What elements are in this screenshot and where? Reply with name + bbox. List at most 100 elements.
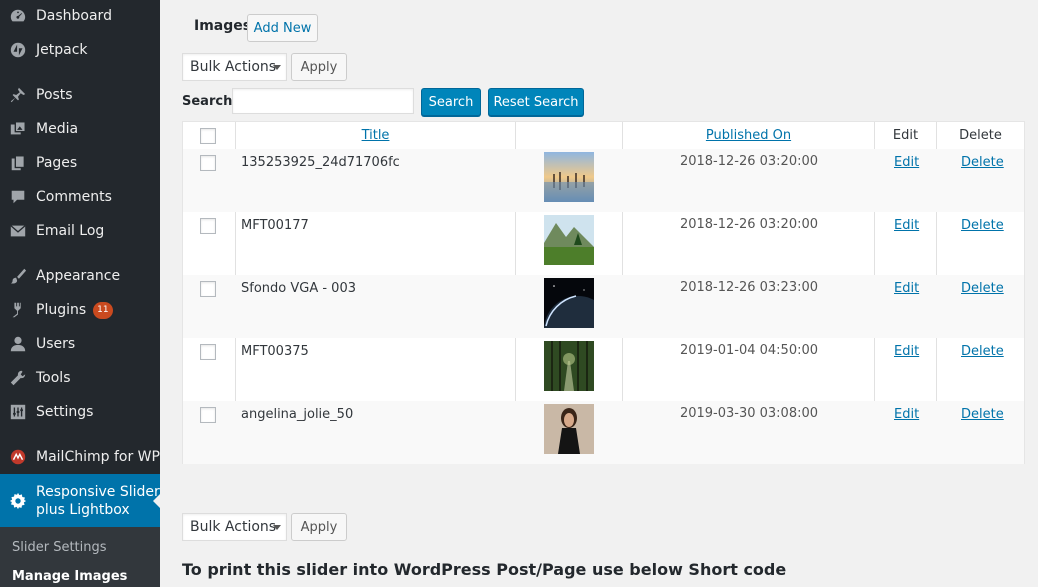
edit-link[interactable]: Edit [894, 218, 919, 233]
bulk-actions-select-bottom[interactable]: Bulk Actions [182, 513, 287, 541]
menu-label: Pages [36, 155, 78, 171]
edit-link[interactable]: Edit [894, 344, 919, 359]
submenu: Slider Settings Manage Images [0, 527, 160, 587]
menu-label: Responsive Slider plus Lightbox [36, 483, 160, 519]
menu-label-line2: plus Lightbox [36, 501, 130, 518]
table-row: 135253925_24d71706fc 2018-12-26 03:20:00… [183, 149, 1024, 212]
chevron-down-icon [273, 525, 281, 530]
table-row: angelina_jolie_50 2019-03-30 03:08:00 Ed… [183, 401, 1024, 464]
bulk-actions-value: Bulk Actions [190, 519, 277, 535]
menu-label: Tools [36, 370, 71, 386]
row-checkbox[interactable] [200, 218, 216, 234]
menu-label: Plugins [36, 302, 87, 318]
row-checkbox[interactable] [200, 407, 216, 423]
delete-link[interactable]: Delete [961, 344, 1004, 359]
image-title: Sfondo VGA - 003 [241, 281, 356, 296]
shortcode-instructions: To print this slider into WordPress Post… [182, 560, 787, 579]
image-title: MFT00375 [241, 344, 309, 359]
jetpack-icon [0, 41, 36, 59]
delete-link[interactable]: Delete [961, 218, 1004, 233]
plugin-icon [0, 301, 36, 319]
dashboard-icon [0, 7, 36, 25]
delete-link[interactable]: Delete [961, 281, 1004, 296]
menu-comments[interactable]: Comments [0, 180, 160, 214]
menu-label: Appearance [36, 268, 121, 284]
submenu-manage-images[interactable]: Manage Images [12, 569, 127, 584]
table-row: Sfondo VGA - 003 2018-12-26 03:23:00 Edi… [183, 275, 1024, 338]
menu-label: Jetpack [36, 42, 88, 58]
menu-label: Settings [36, 404, 94, 420]
reset-search-button[interactable]: Reset Search [488, 88, 584, 116]
menu-pages[interactable]: Pages [0, 146, 160, 180]
menu-label: Comments [36, 189, 112, 205]
sort-title-link[interactable]: Title [362, 128, 390, 143]
row-checkbox[interactable] [200, 344, 216, 360]
menu-users[interactable]: Users [0, 327, 160, 361]
image-thumbnail [544, 278, 594, 328]
image-thumbnail [544, 152, 594, 202]
image-title: 135253925_24d71706fc [241, 155, 400, 170]
published-date: 2018-12-26 03:23:00 [679, 280, 819, 295]
sort-published-link[interactable]: Published On [706, 128, 791, 143]
menu-plugins[interactable]: Plugins 11 [0, 293, 160, 327]
menu-email-log[interactable]: Email Log [0, 214, 160, 248]
apply-button-bottom[interactable]: Apply [291, 513, 347, 541]
menu-posts[interactable]: Posts [0, 78, 160, 112]
menu-tools[interactable]: Tools [0, 361, 160, 395]
menu-responsive-slider[interactable]: Responsive Slider plus Lightbox [0, 474, 161, 527]
comment-icon [0, 188, 36, 206]
menu-label: Posts [36, 87, 73, 103]
bulk-actions-value: Bulk Actions [190, 59, 277, 75]
menu-appearance[interactable]: Appearance [0, 259, 160, 293]
user-icon [0, 335, 36, 353]
menu-label: Users [36, 336, 76, 352]
brush-icon [0, 267, 36, 285]
add-new-button[interactable]: Add New [247, 14, 318, 42]
bulk-actions-select-top[interactable]: Bulk Actions [182, 53, 287, 81]
wrench-icon [0, 369, 36, 387]
column-header-published: Published On [623, 128, 874, 143]
delete-link[interactable]: Delete [961, 155, 1004, 170]
menu-media[interactable]: Media [0, 112, 160, 146]
edit-link[interactable]: Edit [894, 281, 919, 296]
menu-label: Media [36, 121, 79, 137]
column-header-title: Title [236, 128, 515, 143]
edit-link[interactable]: Edit [894, 155, 919, 170]
published-date: 2019-01-04 04:50:00 [679, 343, 819, 358]
menu-label-line1: Responsive Slider [36, 483, 160, 500]
row-checkbox[interactable] [200, 155, 216, 171]
select-all-checkbox[interactable] [200, 128, 216, 144]
pin-icon [0, 86, 36, 104]
delete-link[interactable]: Delete [961, 407, 1004, 422]
page-title: Images [194, 18, 252, 34]
menu-settings[interactable]: Settings [0, 395, 160, 429]
image-title: angelina_jolie_50 [241, 407, 354, 422]
column-header-edit: Edit [892, 128, 919, 143]
menu-dashboard[interactable]: Dashboard [0, 0, 160, 33]
media-icon [0, 120, 36, 138]
settings-icon [0, 403, 36, 421]
apply-button-top[interactable]: Apply [291, 53, 347, 81]
menu-label: Dashboard [36, 8, 112, 24]
mailchimp-icon [0, 448, 36, 466]
image-thumbnail [544, 404, 594, 454]
menu-label: MailChimp for WP [36, 449, 160, 465]
edit-link[interactable]: Edit [894, 407, 919, 422]
search-button[interactable]: Search [421, 88, 481, 116]
chevron-down-icon [273, 65, 281, 70]
menu-label: Email Log [36, 223, 105, 239]
menu-mailchimp[interactable]: MailChimp for WP [0, 440, 160, 474]
image-thumbnail [544, 341, 594, 391]
search-input[interactable] [232, 88, 414, 114]
submenu-slider-settings[interactable]: Slider Settings [12, 540, 107, 555]
admin-sidebar: Dashboard Jetpack Posts Media Pages Comm… [0, 0, 161, 587]
table-row: MFT00177 2018-12-26 03:20:00 Edit Delete [183, 212, 1024, 275]
column-header-delete: Delete [959, 128, 1002, 143]
published-date: 2018-12-26 03:20:00 [679, 154, 819, 169]
row-checkbox[interactable] [200, 281, 216, 297]
table-row: MFT00375 2019-01-04 04:50:00 Edit Delete [183, 338, 1024, 401]
update-count-badge: 11 [93, 301, 113, 319]
image-title: MFT00177 [241, 218, 309, 233]
email-icon [0, 222, 36, 240]
menu-jetpack[interactable]: Jetpack [0, 33, 160, 67]
